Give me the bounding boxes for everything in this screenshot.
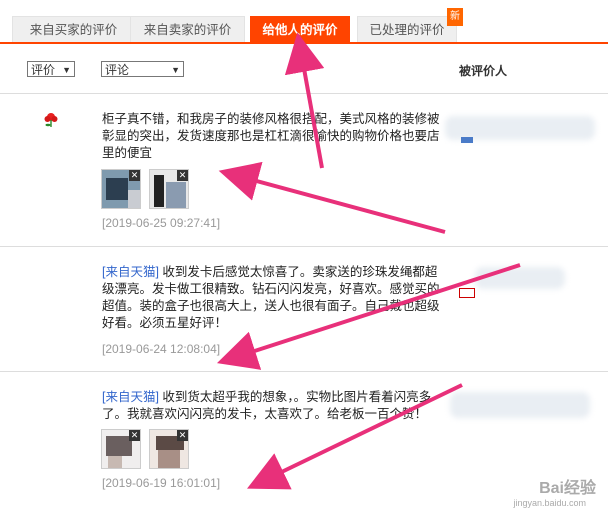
source-tag[interactable]: [来自天猫] bbox=[102, 390, 159, 404]
review-date: [2019-06-25 09:27:41] bbox=[102, 216, 221, 230]
review-text: [来自天猫] 收到发卡后感觉太惊喜了。卖家送的珍珠发绳都超级漂亮。发卡做工很精致… bbox=[102, 264, 442, 332]
reviewee-badge-icon bbox=[461, 137, 473, 143]
flower-rating-icon bbox=[44, 113, 58, 127]
source-tag[interactable]: [来自天猫] bbox=[102, 265, 159, 279]
reviewee-name-blurred bbox=[450, 392, 590, 418]
close-icon[interactable]: ✕ bbox=[177, 170, 188, 181]
reviewee-badge-icon bbox=[459, 288, 475, 298]
reviewee-name-blurred bbox=[475, 267, 565, 289]
watermark-site: jingyan.baidu.com bbox=[513, 498, 586, 508]
review-row: [来自天猫] 收到发卡后感觉太惊喜了。卖家送的珍珠发绳都超级漂亮。发卡做工很精致… bbox=[0, 246, 608, 371]
tab-bar: 来自买家的评价 来自卖家的评价 给他人的评价 已处理的评价 bbox=[0, 0, 608, 44]
reviewee-header: 被评价人 bbox=[459, 64, 508, 78]
review-photo[interactable]: ✕ bbox=[149, 169, 189, 209]
chevron-down-icon: ▼ bbox=[171, 65, 180, 75]
chevron-down-icon: ▼ bbox=[62, 65, 71, 75]
review-text: 柜子真不错，和我房子的装修风格很搭配，美式风格的装修被彰显的突出，发货速度那也是… bbox=[102, 112, 440, 160]
new-badge: 新 bbox=[447, 8, 463, 26]
tab-from-sellers[interactable]: 来自卖家的评价 bbox=[130, 16, 245, 42]
rating-filter-label: 评价 bbox=[31, 63, 56, 77]
review-photo[interactable]: ✕ bbox=[149, 429, 189, 469]
review-row: [来自天猫] 收到货太超乎我的想象，。实物比图片看着闪亮多了。我就喜欢闪闪亮的发… bbox=[0, 371, 608, 510]
tab-given-to-others[interactable]: 给他人的评价 bbox=[250, 16, 350, 42]
review-row: 柜子真不错，和我房子的装修风格很搭配，美式风格的装修被彰显的突出，发货速度那也是… bbox=[0, 93, 608, 246]
watermark-brand: Bai经验 bbox=[539, 480, 596, 497]
rating-filter-select[interactable]: 评价 ▼ bbox=[27, 61, 75, 77]
review-photo[interactable]: ✕ bbox=[101, 429, 141, 469]
comment-filter-label: 评论 bbox=[105, 63, 130, 77]
review-date: [2019-06-24 12:08:04] bbox=[102, 342, 221, 356]
review-photo[interactable]: ✕ bbox=[101, 169, 141, 209]
tab-from-buyers[interactable]: 来自买家的评价 bbox=[12, 16, 135, 42]
close-icon[interactable]: ✕ bbox=[177, 430, 188, 441]
close-icon[interactable]: ✕ bbox=[129, 170, 140, 181]
review-date: [2019-06-19 16:01:01] bbox=[102, 476, 221, 490]
close-icon[interactable]: ✕ bbox=[129, 430, 140, 441]
tab-processed[interactable]: 已处理的评价 bbox=[357, 16, 457, 42]
review-text: [来自天猫] 收到货太超乎我的想象，。实物比图片看着闪亮多了。我就喜欢闪闪亮的发… bbox=[102, 389, 442, 423]
comment-filter-select[interactable]: 评论 ▼ bbox=[101, 61, 184, 77]
